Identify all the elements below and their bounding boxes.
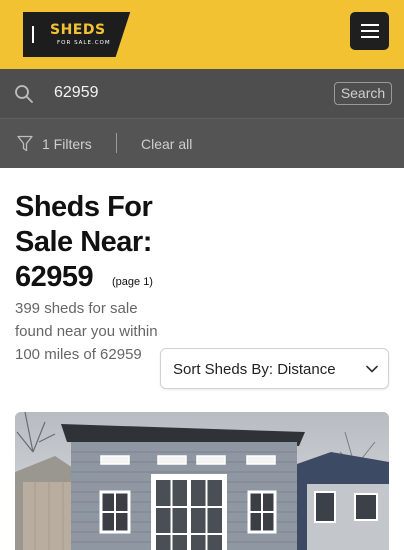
filters-count-button[interactable]: 1 Filters [42, 136, 92, 152]
filter-bar: 1 Filters Clear all [0, 118, 404, 168]
page-number-note: (page 1) [112, 276, 153, 288]
logo-subtext: FOR SALE.COM [57, 40, 111, 46]
page-title-line2: Sale Near: [15, 226, 152, 258]
search-input[interactable]: 62959 [54, 84, 99, 102]
logo-swoosh [113, 12, 143, 57]
results-summary: 399 sheds for sale found near you within… [15, 300, 158, 363]
chevron-down-icon [366, 365, 378, 373]
page-title-zip: 62959 [15, 261, 94, 293]
search-bar: 62959 Search [0, 69, 404, 118]
site-logo[interactable]: SHEDS FOR SALE.COM [23, 12, 143, 57]
page-title-line1: Sheds For [15, 191, 153, 223]
shed-photo [15, 412, 389, 550]
logo-name: SHEDS [50, 22, 106, 38]
sort-select[interactable]: Sort Sheds By: Distance [160, 348, 389, 389]
search-button[interactable]: Search [334, 82, 392, 105]
listing-image[interactable] [15, 412, 389, 550]
search-icon [15, 85, 33, 103]
sort-select-label: Sort Sheds By: Distance [173, 361, 336, 378]
site-header: SHEDS FOR SALE.COM [0, 0, 404, 69]
page-title: Sheds For Sale Near: 62959 [15, 190, 185, 295]
hamburger-menu-button[interactable] [350, 12, 389, 50]
hamburger-icon-line [361, 30, 379, 32]
hamburger-icon [361, 24, 379, 26]
clear-all-button[interactable]: Clear all [141, 136, 192, 152]
hamburger-icon-line [361, 36, 379, 38]
logo-bar [32, 26, 34, 43]
filter-divider [116, 133, 117, 153]
filter-icon[interactable] [17, 135, 33, 152]
